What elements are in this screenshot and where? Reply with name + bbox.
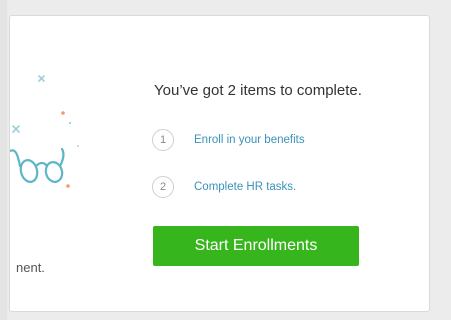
task-item-hr-tasks[interactable]: 2 Complete HR tasks.	[152, 174, 296, 200]
step-number-badge: 2	[152, 176, 174, 198]
task-link-hr-tasks[interactable]: Complete HR tasks.	[194, 181, 296, 193]
left-edge-strip	[0, 0, 7, 320]
truncated-caption: nent.	[16, 260, 45, 275]
glasses-illustration	[10, 75, 79, 188]
enrollment-card: nent. You’ve got 2 items to complete. 1 …	[9, 15, 430, 312]
items-heading: You’ve got 2 items to complete.	[154, 82, 362, 99]
step-number-badge: 1	[152, 129, 174, 151]
glasses-icon	[10, 147, 65, 183]
screen: nent. You’ve got 2 items to complete. 1 …	[0, 0, 451, 320]
start-enrollments-button[interactable]: Start Enrollments	[153, 226, 359, 266]
task-item-enroll-benefits[interactable]: 1 Enroll in your benefits	[152, 127, 305, 153]
task-link-enroll-benefits[interactable]: Enroll in your benefits	[194, 134, 305, 146]
